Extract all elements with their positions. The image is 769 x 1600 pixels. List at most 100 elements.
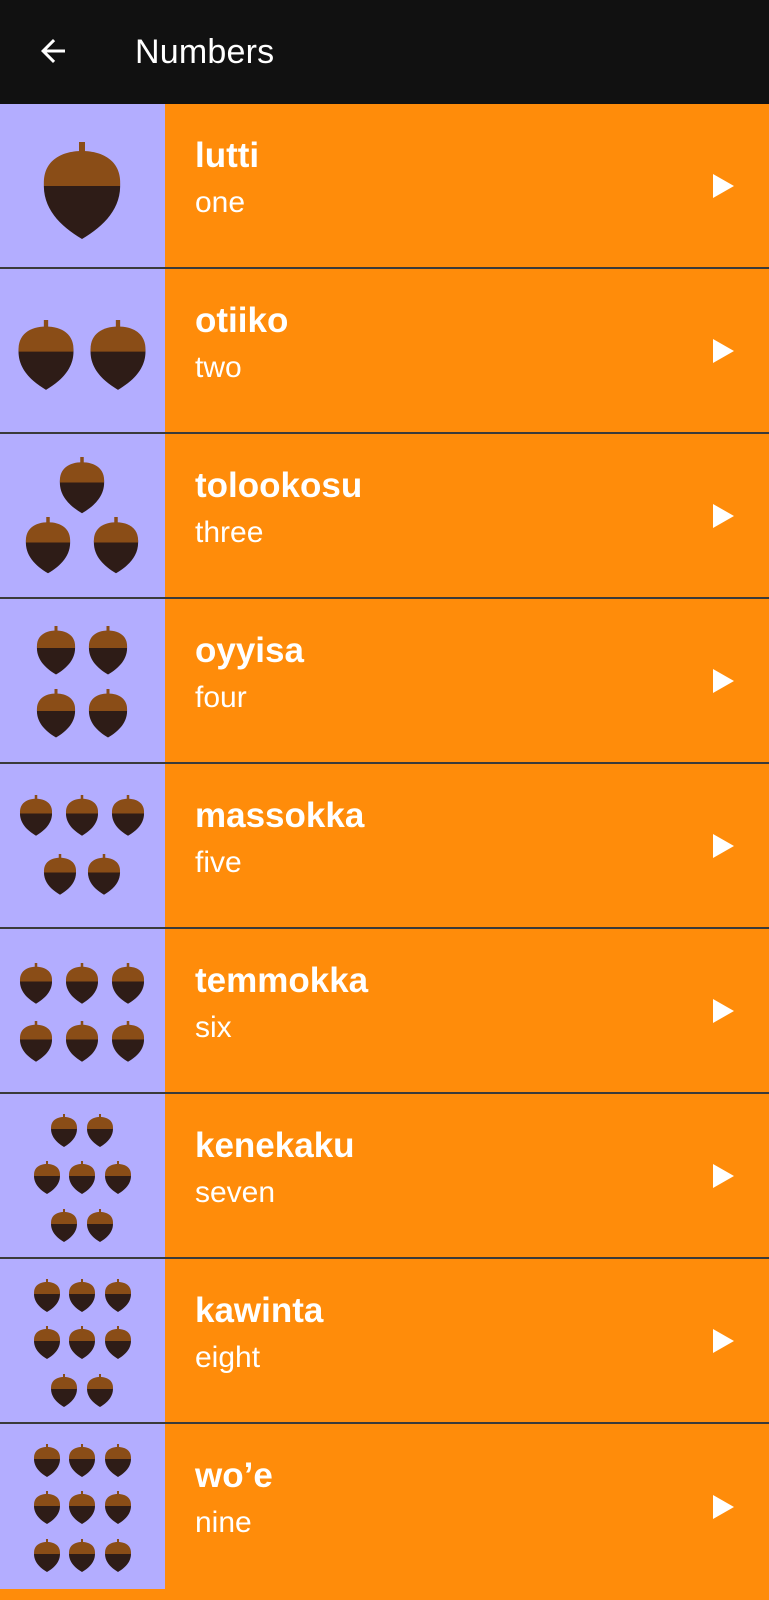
word-label: oyyisa bbox=[195, 631, 304, 670]
translation-label: nine bbox=[195, 1506, 252, 1539]
list-item[interactable]: lutti one bbox=[0, 104, 769, 269]
acorn-icon bbox=[65, 1021, 99, 1062]
word-label: lutti bbox=[195, 136, 260, 175]
list-item[interactable]: oyyisa four bbox=[0, 599, 769, 764]
text-cell: kenekaku seven bbox=[165, 1094, 769, 1257]
translation-label: eight bbox=[195, 1341, 261, 1374]
acorn-icon bbox=[43, 142, 121, 239]
translation-label: four bbox=[195, 681, 247, 714]
acorn-icon bbox=[59, 457, 105, 514]
acorn-icon bbox=[19, 795, 53, 836]
acorn-icon bbox=[111, 795, 145, 836]
acorn-icon bbox=[105, 1539, 131, 1572]
play-icon bbox=[713, 1328, 734, 1353]
word-label: wo’e bbox=[195, 1456, 273, 1495]
acorn-icon bbox=[87, 1374, 113, 1407]
list-item[interactable]: tolookosu three bbox=[0, 434, 769, 599]
number-illustration bbox=[0, 764, 165, 927]
text-cell: wo’e nine bbox=[165, 1424, 769, 1589]
play-button[interactable] bbox=[701, 824, 745, 868]
text-cell: massokka five bbox=[165, 764, 769, 927]
play-button[interactable] bbox=[701, 1154, 745, 1198]
list-item[interactable]: wo’e nine bbox=[0, 1424, 769, 1589]
acorn-group bbox=[36, 626, 128, 738]
acorn-icon bbox=[105, 1326, 131, 1359]
acorn-icon bbox=[51, 1374, 77, 1407]
acorn-group bbox=[19, 795, 145, 895]
acorn-icon bbox=[25, 517, 71, 574]
play-button[interactable] bbox=[701, 1485, 745, 1529]
acorn-group bbox=[34, 1114, 131, 1242]
play-button[interactable] bbox=[701, 989, 745, 1033]
word-label: otiiko bbox=[195, 301, 289, 340]
play-icon bbox=[713, 998, 734, 1023]
acorn-icon bbox=[65, 963, 99, 1004]
number-illustration bbox=[0, 434, 165, 597]
back-button[interactable] bbox=[22, 20, 84, 82]
acorn-icon bbox=[65, 795, 99, 836]
list-item[interactable]: kawinta eight bbox=[0, 1259, 769, 1424]
number-illustration bbox=[0, 1424, 165, 1589]
word-label: temmokka bbox=[195, 961, 369, 1000]
acorn-icon bbox=[69, 1539, 95, 1572]
acorn-group bbox=[43, 142, 121, 239]
play-button[interactable] bbox=[701, 164, 745, 208]
acorn-icon bbox=[34, 1279, 60, 1312]
arrow-left-icon bbox=[41, 39, 65, 63]
play-icon bbox=[713, 338, 734, 363]
numbers-list: lutti one otiiko two tolookosu three oyyisa fou… bbox=[0, 104, 769, 1589]
acorn-icon bbox=[36, 689, 76, 738]
acorn-group bbox=[19, 963, 145, 1062]
play-icon bbox=[713, 1494, 734, 1519]
play-icon bbox=[713, 173, 734, 198]
acorn-icon bbox=[34, 1444, 60, 1477]
acorn-icon bbox=[69, 1279, 95, 1312]
play-button[interactable] bbox=[701, 494, 745, 538]
text-cell: oyyisa four bbox=[165, 599, 769, 762]
play-icon bbox=[713, 833, 734, 858]
number-illustration bbox=[0, 1094, 165, 1257]
acorn-icon bbox=[69, 1161, 95, 1194]
number-illustration bbox=[0, 1259, 165, 1422]
acorn-icon bbox=[51, 1209, 77, 1242]
number-illustration bbox=[0, 104, 165, 267]
list-item[interactable]: otiiko two bbox=[0, 269, 769, 434]
list-item[interactable]: kenekaku seven bbox=[0, 1094, 769, 1259]
acorn-icon bbox=[105, 1279, 131, 1312]
play-icon bbox=[713, 668, 734, 693]
acorn-icon bbox=[87, 1209, 113, 1242]
text-cell: otiiko two bbox=[165, 269, 769, 432]
acorn-icon bbox=[19, 1021, 53, 1062]
acorn-icon bbox=[34, 1491, 60, 1524]
acorn-icon bbox=[19, 963, 53, 1004]
acorn-icon bbox=[87, 854, 121, 895]
acorn-icon bbox=[111, 1021, 145, 1062]
acorn-icon bbox=[34, 1539, 60, 1572]
play-button[interactable] bbox=[701, 329, 745, 373]
acorn-icon bbox=[105, 1444, 131, 1477]
play-icon bbox=[713, 1163, 734, 1188]
acorn-icon bbox=[36, 626, 76, 675]
list-item[interactable]: temmokka six bbox=[0, 929, 769, 1094]
acorn-group bbox=[25, 457, 139, 574]
number-illustration bbox=[0, 599, 165, 762]
acorn-icon bbox=[51, 1114, 77, 1147]
acorn-icon bbox=[111, 963, 145, 1004]
translation-label: five bbox=[195, 846, 242, 879]
acorn-icon bbox=[87, 1114, 113, 1147]
word-label: massokka bbox=[195, 796, 365, 835]
acorn-icon bbox=[69, 1444, 95, 1477]
translation-label: seven bbox=[195, 1176, 276, 1209]
play-button[interactable] bbox=[701, 1319, 745, 1363]
acorn-icon bbox=[88, 689, 128, 738]
play-button[interactable] bbox=[701, 659, 745, 703]
list-item[interactable]: massokka five bbox=[0, 764, 769, 929]
acorn-icon bbox=[34, 1161, 60, 1194]
app-bar: Numbers bbox=[0, 0, 769, 104]
acorn-icon bbox=[88, 626, 128, 675]
acorn-icon bbox=[69, 1491, 95, 1524]
text-cell: tolookosu three bbox=[165, 434, 769, 597]
word-label: kawinta bbox=[195, 1291, 324, 1330]
acorn-icon bbox=[105, 1491, 131, 1524]
acorn-group bbox=[18, 320, 146, 390]
